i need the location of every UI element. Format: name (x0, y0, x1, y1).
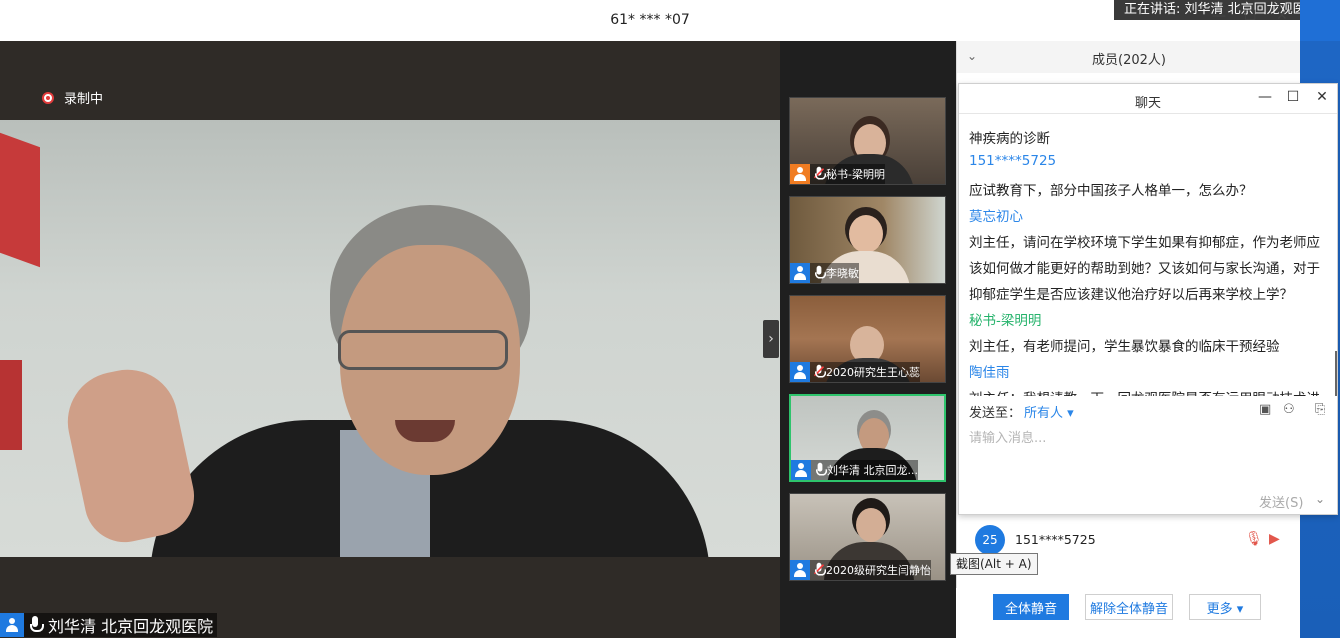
microphone-muted-icon (813, 364, 827, 379)
user-icon (790, 362, 810, 382)
chat-message: 刘主任，有老师提问，学生暴饮暴食的临床干预经验 (969, 339, 1280, 355)
meeting-id-title: 61* *** *07 (610, 12, 690, 28)
participant-thumb[interactable]: 秘书-梁明明 (789, 97, 946, 185)
participant-name: 刘华清 北京回龙... (827, 464, 918, 477)
chat-input[interactable]: 请输入消息... (969, 427, 1046, 446)
send-to-dropdown[interactable]: 所有人 ▾ (1024, 402, 1074, 421)
recording-label: 录制中 (64, 92, 104, 107)
background-decoration (0, 360, 22, 450)
chat-sender: 151****5725 (969, 153, 1057, 169)
participant-name: 2020级研究生闫静怡 (826, 564, 931, 577)
chat-window: 聊天 — ☐ ✕ 神疾病的诊断 151****5725 应试教育下，部分中国孩子… (958, 83, 1338, 515)
mute-all-button[interactable]: 全体静音 (993, 594, 1069, 620)
user-icon (790, 164, 810, 184)
participant-name: 李晓敏 (826, 267, 859, 280)
recording-icon (42, 91, 54, 104)
speaker-name: 刘华清 北京回龙观医院 (48, 617, 214, 636)
close-icon[interactable]: ✕ (1276, 8, 1288, 24)
image-icon[interactable]: ▣ (1259, 402, 1271, 417)
video-gallery: 秘书-梁明明 李晓敏 2020研究生王心蕊 刘华清 北京回龙... 2020级研… (780, 41, 956, 638)
gallery-toggle-icon[interactable]: › (763, 320, 779, 358)
members-header[interactable]: ⌄ 成员(202人) (957, 41, 1301, 73)
recording-indicator: 录制中 (42, 88, 103, 107)
chat-message: 抑郁症学生是否应该建议他治疗好以后再来学校上学？ (969, 287, 1293, 303)
chat-minimize-icon[interactable]: — (1256, 89, 1274, 105)
participant-name: 秘书-梁明明 (826, 168, 885, 181)
chat-close-icon[interactable]: ✕ (1313, 89, 1331, 105)
speaker-glasses (338, 330, 508, 370)
chevron-down-icon[interactable]: ⌄ (1315, 492, 1325, 506)
user-icon (790, 560, 810, 580)
chat-sender: 陶佳雨 (969, 365, 1010, 381)
chat-header: 聊天 — ☐ ✕ (959, 84, 1337, 114)
camera-off-icon[interactable]: ▶ (1269, 531, 1280, 547)
microphone-icon (28, 616, 44, 634)
more-button[interactable]: 更多 ▾ (1189, 594, 1261, 620)
screenshot-tooltip: 截图(Alt + A) (950, 553, 1038, 575)
title-bar: 61* *** *07 正在讲话: 刘华清 北京回龙观医... — ☐ ✕ (0, 0, 1340, 41)
user-settings-icon[interactable]: ⚇ (1283, 402, 1295, 417)
speaker-name-tag: 刘华清 北京回龙观医院 (0, 613, 218, 637)
chat-message: 神疾病的诊断 (969, 131, 1050, 147)
chat-message: 刘主任，请问在学校环境下学生如果有抑郁症，作为老师应 (969, 235, 1320, 251)
mic-muted-icon[interactable]: 🎙 (1245, 531, 1263, 547)
chat-sender: 莫忘初心 (969, 209, 1023, 225)
member-row[interactable]: 25 151****5725 🎙 ▶ (975, 525, 1295, 555)
microphone-muted-icon (813, 166, 827, 181)
maximize-icon[interactable]: ☐ (1244, 8, 1257, 24)
member-actions: 全体静音 解除全体静音 更多 ▾ (956, 588, 1300, 638)
chat-message: 应试教育下，部分中国孩子人格单一，怎么办？ (969, 183, 1253, 199)
chat-maximize-icon[interactable]: ☐ (1284, 89, 1302, 105)
speaker-hand (58, 360, 202, 550)
user-icon (790, 263, 810, 283)
minimize-icon[interactable]: — (1212, 8, 1226, 24)
chat-title: 聊天 (1134, 96, 1161, 111)
user-icon (791, 460, 811, 480)
main-video-area[interactable]: 录制中 刘华清 北京回龙观医院 (0, 41, 780, 638)
chat-message: 刘主任：我想请教一下，回龙观医院是否有运用眼动技术进 (969, 387, 1320, 396)
chat-sender: 秘书-梁明明 (969, 313, 1042, 329)
speaker-video (0, 120, 780, 557)
chat-send-options: 发送至： 所有人 ▾ ▣ ⚇ ⎘ (959, 397, 1337, 423)
user-icon (0, 613, 24, 637)
file-icon[interactable]: ⎘ (1315, 402, 1325, 417)
participant-thumb[interactable]: 2020级研究生闫静怡 (789, 493, 946, 581)
chat-message: 该如何做才能更好的帮助到她？又该如何与家长沟通，对于 (969, 261, 1320, 277)
send-button[interactable]: 发送(S) (1259, 492, 1303, 511)
participant-thumb[interactable]: 李晓敏 (789, 196, 946, 284)
microphone-muted-icon (813, 562, 827, 577)
member-avatar: 25 (975, 525, 1005, 555)
participant-name: 2020研究生王心蕊 (826, 366, 920, 379)
participant-thumb[interactable]: 2020研究生王心蕊 (789, 295, 946, 383)
microphone-icon (813, 265, 827, 280)
background-decoration (0, 132, 40, 268)
chat-scrollbar[interactable] (1335, 351, 1337, 396)
member-name: 151****5725 (1015, 532, 1096, 547)
chat-messages[interactable]: 神疾病的诊断 151****5725 应试教育下，部分中国孩子人格单一，怎么办？… (959, 115, 1337, 396)
unmute-all-button[interactable]: 解除全体静音 (1085, 594, 1173, 620)
participant-thumb-active[interactable]: 刘华清 北京回龙... (789, 394, 946, 482)
send-to-label: 发送至： (969, 406, 1022, 421)
members-title: 成员(202人) (1092, 53, 1166, 68)
microphone-icon (814, 462, 828, 477)
